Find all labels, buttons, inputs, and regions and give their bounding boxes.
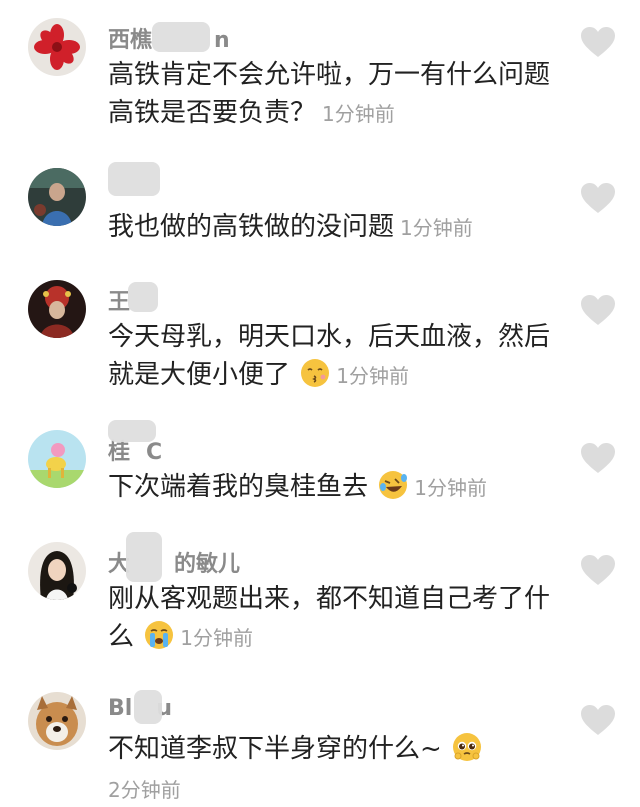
avatar[interactable] — [28, 692, 86, 750]
comment-text: 高铁肯定不会允许啦，万一有什么问题高铁是否要负责？ 1分钟前 — [108, 60, 551, 128]
heart-icon[interactable] — [580, 554, 616, 586]
comment-time: 1分钟前 — [180, 626, 254, 650]
avatar[interactable] — [28, 430, 86, 488]
comment-time: 1分钟前 — [322, 102, 395, 126]
comment-time: 1分钟前 — [414, 476, 488, 500]
heart-icon[interactable] — [580, 294, 616, 326]
comment-text: 我也做的高铁做的没问题 1分钟前 — [108, 212, 473, 242]
comment-text: 刚从客观题出来，都不知道自己考了什么 1分钟前 — [108, 584, 551, 652]
kissing-face-icon — [301, 359, 330, 387]
comment-text: 今天母乳，明天口水，后天血液，然后就是大便小便了 1分钟前 — [108, 322, 551, 390]
comment-time: 1分钟前 — [400, 216, 473, 240]
username[interactable]: 王 — [108, 284, 130, 316]
comment-time: 1分钟前 — [336, 364, 410, 388]
avatar[interactable] — [28, 542, 86, 600]
heart-icon[interactable] — [580, 182, 616, 214]
pleading-face-icon — [453, 733, 482, 761]
redaction-blur — [108, 162, 160, 196]
redaction-blur — [126, 532, 162, 582]
redaction-blur — [108, 420, 156, 442]
comment-list: 西樵 n 高铁肯定不会允许啦，万一有什么问题高铁是否要负责？ 1分钟前 我也做的高铁… — [0, 0, 640, 807]
crying-face-icon — [145, 621, 174, 649]
comment-text: 下次端着我的臭桂鱼去 1分钟前 — [108, 471, 488, 502]
avatar[interactable] — [28, 18, 86, 76]
heart-icon[interactable] — [580, 26, 616, 58]
comment-text: 不知道李叔下半身穿的什么~ — [108, 730, 558, 768]
avatar[interactable] — [28, 280, 86, 338]
redaction-blur — [152, 22, 210, 52]
redaction-blur — [128, 282, 158, 312]
avatar[interactable] — [28, 168, 86, 226]
rofl-face-icon — [379, 471, 408, 499]
redaction-blur — [134, 690, 162, 724]
heart-icon[interactable] — [580, 704, 616, 736]
heart-icon[interactable] — [580, 442, 616, 474]
comment-time: 2分钟前 — [108, 778, 181, 802]
